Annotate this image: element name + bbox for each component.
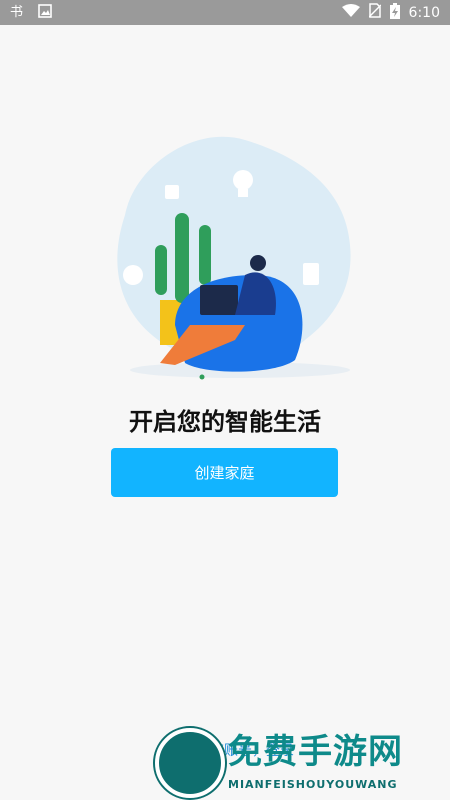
thermostat-icon: [303, 263, 319, 285]
wifi-icon: [341, 3, 360, 22]
watermark-subtext: MIANFEISHOUYOUWANG: [228, 778, 398, 791]
status-time: 6:10: [408, 4, 440, 21]
wall-panel-icon: [165, 185, 179, 199]
person-head: [250, 255, 266, 271]
smart-home-illustration: [117, 136, 351, 380]
watermark-logo: [155, 728, 225, 798]
status-bar: 书 6:10: [0, 0, 450, 25]
battery-charging-icon: [389, 2, 400, 23]
plug-icon: [123, 265, 143, 285]
svg-text:书: 书: [10, 5, 23, 19]
no-sim-icon: [368, 3, 382, 22]
laptop: [200, 285, 238, 315]
page-title: 开启您的智能生活: [129, 408, 321, 436]
image-icon: [38, 3, 52, 22]
watermark-text: 免费手游网: [228, 732, 403, 772]
watermark: 免费手游网 MIANFEISHOUYOUWANG: [150, 720, 450, 800]
status-dot: [199, 374, 205, 380]
create-home-button[interactable]: 创建家庭: [111, 448, 338, 497]
notification-icon: 书: [10, 3, 28, 23]
